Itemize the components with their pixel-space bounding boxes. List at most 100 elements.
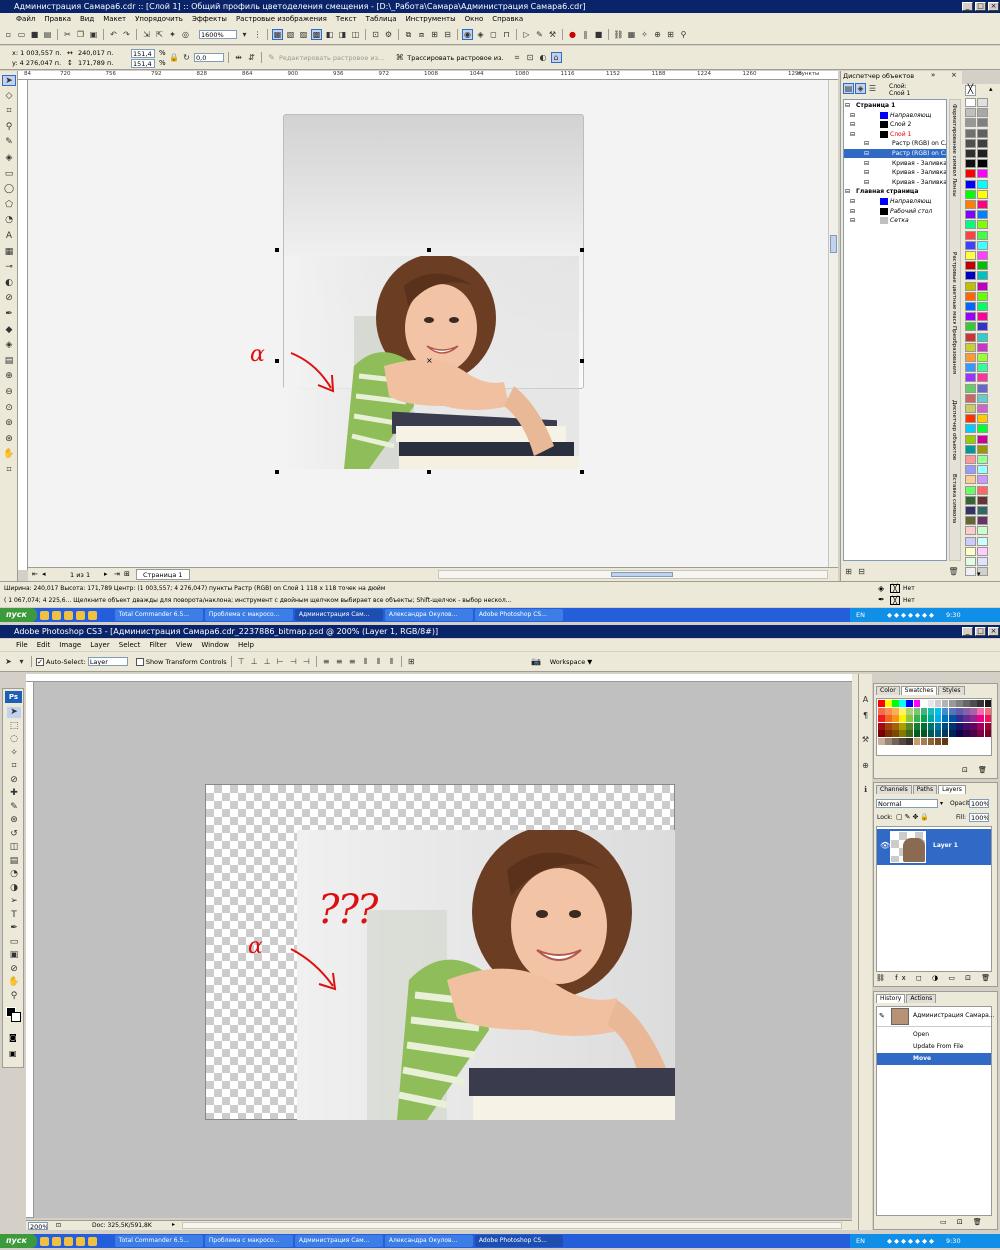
- save-icon[interactable]: ■: [29, 29, 40, 40]
- swatch[interactable]: [963, 715, 970, 722]
- palette-swatch[interactable]: [977, 526, 988, 536]
- swatch[interactable]: [920, 730, 928, 737]
- palette-swatch[interactable]: [965, 557, 976, 566]
- palette-swatch[interactable]: [977, 271, 988, 281]
- drawing-canvas[interactable]: × α: [28, 80, 828, 567]
- lasso-tool-icon[interactable]: ◌: [7, 734, 21, 745]
- swatch[interactable]: [941, 737, 949, 745]
- macro-play-icon[interactable]: ▷: [521, 29, 532, 40]
- eyedropper-tool-icon[interactable]: ⊘: [2, 293, 16, 304]
- swatches-grid[interactable]: [876, 698, 992, 756]
- menu-item[interactable]: Окно: [465, 15, 484, 23]
- align-top-icon[interactable]: ⊤: [236, 656, 247, 667]
- palette-swatch[interactable]: [977, 332, 988, 342]
- break-apart-icon[interactable]: ⊟: [442, 29, 453, 40]
- text-tool-icon[interactable]: A: [2, 231, 16, 242]
- quick-launch-ie-icon[interactable]: [51, 1236, 61, 1246]
- swatch[interactable]: [970, 730, 977, 737]
- menu-item[interactable]: Инструменты: [406, 15, 456, 23]
- selection-handle-tr[interactable]: [580, 248, 584, 252]
- palette-swatch[interactable]: [965, 506, 976, 515]
- clone-stamp-icon[interactable]: ⊛: [7, 815, 21, 826]
- swatch[interactable]: [892, 700, 899, 707]
- vertical-scroll-thumb[interactable]: [830, 235, 837, 253]
- swatch[interactable]: [949, 700, 956, 707]
- bitmap-color-mask-icon[interactable]: ◐: [538, 52, 549, 63]
- ungroup-icon[interactable]: ⧈: [416, 29, 427, 40]
- taskbar-item[interactable]: Adobe Photoshop CS...: [474, 609, 563, 621]
- tree-expand-icon[interactable]: ⊟: [850, 207, 855, 216]
- delete-icon[interactable]: 🗑: [948, 566, 959, 577]
- selection-handle-bc[interactable]: [427, 470, 431, 474]
- ps-menu-item[interactable]: Image: [59, 641, 81, 649]
- color-palette[interactable]: ╳ ▴ ▾: [962, 84, 1000, 581]
- pick-tool-icon[interactable]: ➤: [2, 75, 16, 86]
- start-button[interactable]: пуск: [0, 1234, 37, 1248]
- swatch[interactable]: [885, 737, 892, 745]
- tree-node[interactable]: ⊟ Растр (RGB) on Сло: [844, 139, 946, 148]
- menu-item[interactable]: Файл: [16, 15, 35, 23]
- palette-scroll-up-icon[interactable]: ▴: [989, 85, 993, 93]
- palette-swatch[interactable]: [965, 261, 976, 271]
- swatch[interactable]: [920, 707, 928, 715]
- swatch[interactable]: [956, 722, 963, 730]
- menu-item[interactable]: Справка: [492, 15, 523, 23]
- swatch[interactable]: [941, 707, 949, 715]
- tray-icons[interactable]: ◆◆◆◆◆◆◆: [887, 611, 936, 619]
- swatch[interactable]: [885, 730, 892, 737]
- palette-swatch[interactable]: [965, 424, 976, 434]
- palette-swatch[interactable]: [965, 536, 976, 546]
- workspace-button[interactable]: Workspace ▼: [550, 658, 593, 666]
- view-enhanced-icon[interactable]: ▩: [311, 29, 322, 40]
- swatch[interactable]: [984, 730, 991, 737]
- swatch[interactable]: [899, 737, 906, 745]
- docker-side-tab[interactable]: Форматирование символов: [951, 104, 957, 176]
- snap-objects-icon[interactable]: ◉: [462, 29, 473, 40]
- taskbar-item[interactable]: Проблема с макросо...: [204, 609, 293, 621]
- swatch[interactable]: [949, 707, 956, 715]
- docker-side-tab[interactable]: Диспетчер объектов: [951, 400, 957, 472]
- swatch[interactable]: [984, 715, 991, 722]
- paste-icon[interactable]: ▣: [88, 29, 99, 40]
- next-page-icon[interactable]: ▸: [104, 570, 108, 578]
- swatch[interactable]: [977, 700, 984, 707]
- panel-tab[interactable]: Channels: [876, 785, 912, 794]
- visibility-eye-icon[interactable]: 👁: [880, 841, 890, 850]
- menu-item[interactable]: Эффекты: [192, 15, 227, 23]
- palette-swatch[interactable]: [965, 363, 976, 373]
- swatch[interactable]: [956, 715, 963, 722]
- docker-side-tab[interactable]: Растровые цветные маски: [951, 252, 957, 324]
- panel-tab[interactable]: Styles: [938, 686, 965, 695]
- tree-node[interactable]: ⊟ Направляющ: [844, 197, 946, 206]
- quick-launch-tools-icon[interactable]: [75, 610, 85, 620]
- resample-icon[interactable]: ⊡: [525, 52, 536, 63]
- basic-shapes-icon[interactable]: ◔: [2, 215, 16, 226]
- history-brush-icon[interactable]: ↺: [7, 829, 21, 840]
- ps-menu-item[interactable]: Window: [201, 641, 229, 649]
- trace-bitmap-button[interactable]: Трассировать растровое из.: [407, 54, 503, 62]
- tree-expand-icon[interactable]: ⊟: [864, 149, 869, 158]
- palette-swatch[interactable]: [965, 128, 976, 138]
- palette-swatch[interactable]: [965, 455, 976, 464]
- fill-none-swatch[interactable]: ╳: [890, 584, 900, 593]
- palette-swatch[interactable]: [965, 220, 976, 230]
- swatch[interactable]: [956, 707, 963, 715]
- palette-swatch[interactable]: [977, 373, 988, 383]
- align-center-icon[interactable]: ◫: [350, 29, 361, 40]
- swatch[interactable]: [920, 722, 928, 730]
- docker-collapse-icon[interactable]: »: [931, 71, 935, 79]
- view-icon[interactable]: ▤: [2, 356, 16, 367]
- palette-swatch[interactable]: [965, 485, 976, 495]
- palette-swatch[interactable]: [965, 210, 976, 220]
- swatch[interactable]: [963, 730, 970, 737]
- tree-node[interactable]: ⊟ Кривая - Заливка:: [844, 159, 946, 168]
- swatch[interactable]: [934, 715, 942, 722]
- swatch[interactable]: [984, 707, 991, 715]
- palette-swatch[interactable]: [965, 404, 976, 413]
- palette-swatch[interactable]: [977, 281, 988, 291]
- pen-tool-icon[interactable]: ✒: [7, 923, 21, 934]
- swatch[interactable]: [878, 722, 885, 730]
- swatch[interactable]: [977, 730, 984, 737]
- tree-node[interactable]: ⊟ Слой 2: [844, 120, 946, 129]
- palette-swatch[interactable]: [965, 302, 976, 311]
